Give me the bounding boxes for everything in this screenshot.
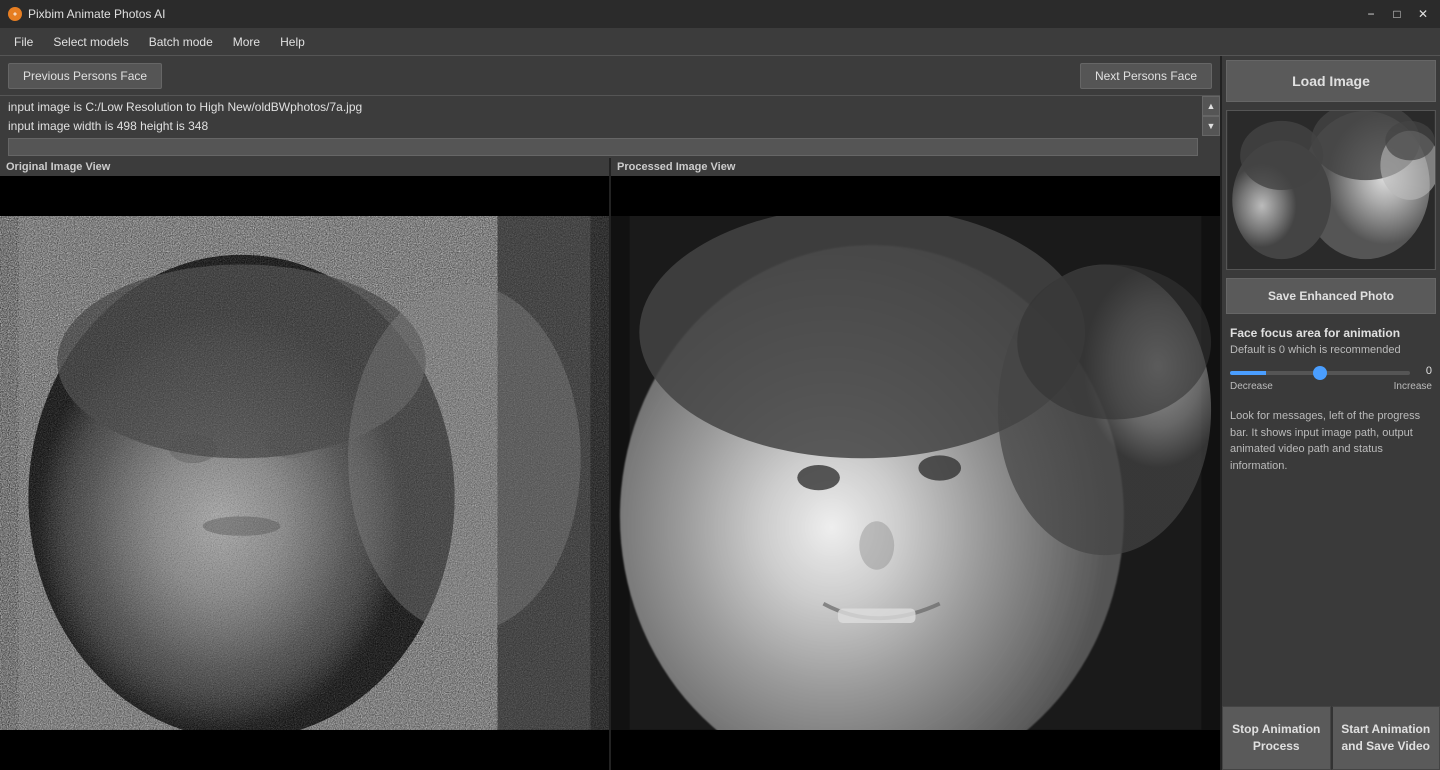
original-bottom-black xyxy=(0,730,609,770)
title-bar-controls: − □ ✕ xyxy=(1362,5,1432,23)
face-focus-section: Face focus area for animation Default is… xyxy=(1222,318,1440,400)
face-focus-title: Face focus area for animation xyxy=(1230,326,1432,340)
menu-more[interactable]: More xyxy=(223,31,270,53)
nav-bar: Previous Persons Face Next Persons Face xyxy=(0,56,1220,96)
scroll-controls: ▲ ▼ xyxy=(1202,96,1220,136)
slider-labels: Decrease Increase xyxy=(1230,381,1432,392)
slider-increase-label: Increase xyxy=(1394,381,1432,392)
next-persons-button[interactable]: Next Persons Face xyxy=(1080,63,1212,89)
save-enhanced-button[interactable]: Save Enhanced Photo xyxy=(1226,278,1436,314)
app-title: Pixbim Animate Photos AI xyxy=(28,7,165,21)
info-message: Look for messages, left of the progress … xyxy=(1222,400,1440,706)
close-button[interactable]: ✕ xyxy=(1414,5,1432,23)
original-panel-label: Original Image View xyxy=(0,158,609,176)
processed-bottom-black xyxy=(611,730,1220,770)
processed-panel-label: Processed Image View xyxy=(611,158,1220,176)
start-animation-label: Start Animation and Save Video xyxy=(1341,721,1430,755)
info-text: input image is C:/Low Resolution to High… xyxy=(8,98,1200,136)
original-image-svg xyxy=(0,216,609,730)
processed-image-display xyxy=(611,216,1220,730)
processed-image-svg xyxy=(611,216,1220,730)
scroll-up-button[interactable]: ▲ xyxy=(1202,96,1220,116)
minimize-button[interactable]: − xyxy=(1362,5,1380,23)
thumbnail-area xyxy=(1226,110,1436,270)
info-line2: input image width is 498 height is 348 xyxy=(8,117,1200,136)
right-panel: Load Image xyxy=(1220,56,1440,770)
title-bar: Pixbim Animate Photos AI − □ ✕ xyxy=(0,0,1440,28)
menu-select-models[interactable]: Select models xyxy=(43,31,138,53)
slider-container xyxy=(1230,364,1410,378)
slider-decrease-label: Decrease xyxy=(1230,381,1273,392)
progress-bar xyxy=(8,138,1198,156)
main-layout: Previous Persons Face Next Persons Face … xyxy=(0,56,1440,770)
menu-help[interactable]: Help xyxy=(270,31,315,53)
app-icon xyxy=(8,7,22,21)
face-focus-subtitle: Default is 0 which is recommended xyxy=(1230,344,1432,356)
prev-persons-button[interactable]: Previous Persons Face xyxy=(8,63,162,89)
scroll-down-button[interactable]: ▼ xyxy=(1202,116,1220,136)
info-line1: input image is C:/Low Resolution to High… xyxy=(8,98,1200,117)
slider-row: 0 xyxy=(1230,364,1432,378)
maximize-button[interactable]: □ xyxy=(1388,5,1406,23)
image-views: Original Image View xyxy=(0,158,1220,770)
face-focus-slider[interactable] xyxy=(1230,371,1410,375)
menu-bar: File Select models Batch mode More Help xyxy=(0,28,1440,56)
thumbnail-svg xyxy=(1227,111,1435,269)
progress-bar-row xyxy=(0,136,1220,158)
title-bar-left: Pixbim Animate Photos AI xyxy=(8,7,165,21)
menu-file[interactable]: File xyxy=(4,31,43,53)
start-animation-button[interactable]: Start Animation and Save Video xyxy=(1331,706,1440,770)
stop-animation-label: Stop Animation Process xyxy=(1232,721,1320,755)
original-image-area xyxy=(0,176,609,770)
processed-top-black xyxy=(611,176,1220,216)
original-top-black xyxy=(0,176,609,216)
original-image-panel: Original Image View xyxy=(0,158,609,770)
load-image-button[interactable]: Load Image xyxy=(1226,60,1436,102)
processed-image-area xyxy=(611,176,1220,770)
content-area: Previous Persons Face Next Persons Face … xyxy=(0,56,1220,770)
bottom-buttons: Stop Animation Process Start Animation a… xyxy=(1222,706,1440,770)
stop-animation-button[interactable]: Stop Animation Process xyxy=(1222,706,1331,770)
processed-image-panel: Processed Image View xyxy=(609,158,1220,770)
menu-batch-mode[interactable]: Batch mode xyxy=(139,31,223,53)
slider-value: 0 xyxy=(1416,365,1432,377)
original-image-display xyxy=(0,216,609,730)
